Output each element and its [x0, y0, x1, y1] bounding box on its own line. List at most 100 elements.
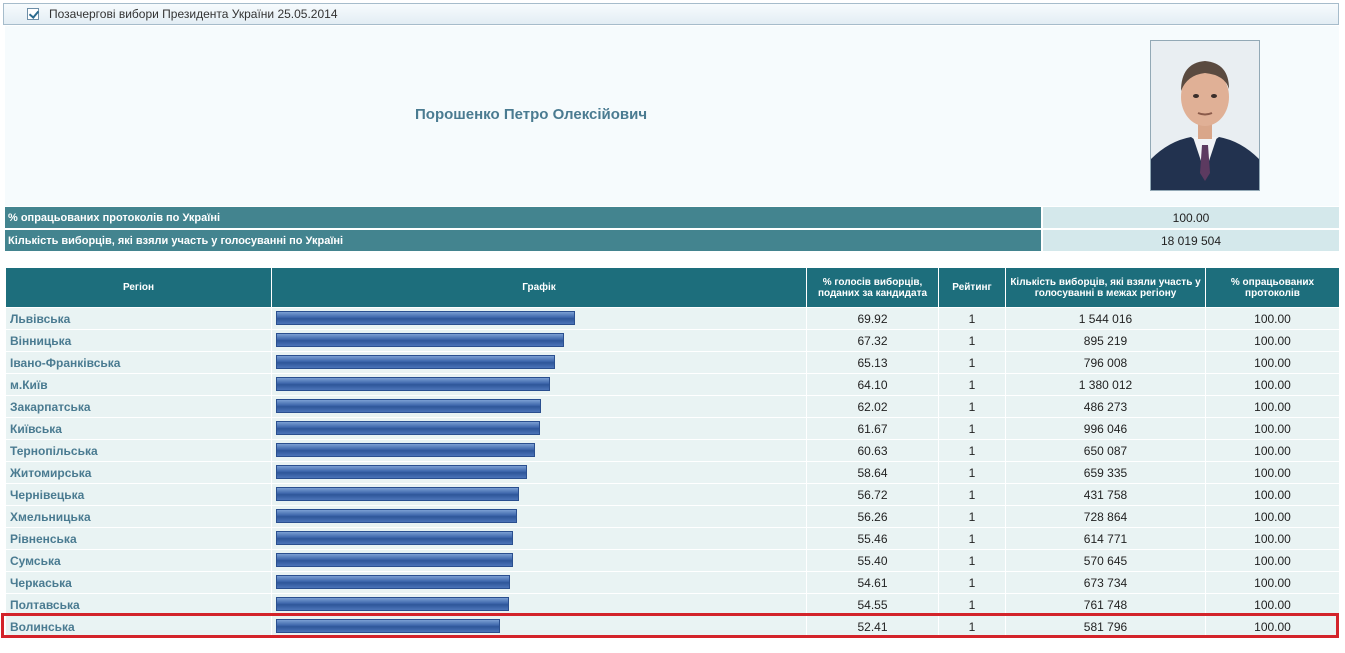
graph-cell — [271, 329, 807, 352]
processed-cell: 100.00 — [1205, 593, 1340, 616]
processed-cell: 100.00 — [1205, 329, 1340, 352]
region-cell[interactable]: Житомирська — [5, 461, 272, 484]
column-header-graph[interactable]: Графік — [271, 267, 807, 308]
percent-cell: 69.92 — [806, 307, 939, 330]
table-row: Рівненська 55.46 1 614 771 100.00 — [5, 527, 1340, 550]
voters-cell: 1 544 016 — [1005, 307, 1206, 330]
voters-cell: 1 380 012 — [1005, 373, 1206, 396]
results-table: Регіон Графік % голосів виборців, подани… — [5, 267, 1340, 638]
region-cell[interactable]: Волинська — [5, 615, 272, 638]
region-cell[interactable]: Хмельницька — [5, 505, 272, 528]
region-cell[interactable]: Черкаська — [5, 571, 272, 594]
percent-cell: 54.61 — [806, 571, 939, 594]
election-header-bar: Позачергові вибори Президента України 25… — [3, 3, 1339, 25]
rank-cell: 1 — [938, 527, 1006, 550]
column-header-percent[interactable]: % голосів виборців, поданих за кандидата — [806, 267, 939, 308]
rank-cell: 1 — [938, 351, 1006, 374]
graph-cell — [271, 373, 807, 396]
checkbox-checked-icon[interactable] — [27, 8, 39, 20]
percent-cell: 56.72 — [806, 483, 939, 506]
percent-bar — [276, 531, 513, 545]
rank-cell: 1 — [938, 395, 1006, 418]
table-header-row: Регіон Графік % голосів виборців, подани… — [5, 267, 1340, 308]
percent-cell: 55.46 — [806, 527, 939, 550]
graph-cell — [271, 461, 807, 484]
percent-bar — [276, 553, 513, 567]
percent-cell: 61.67 — [806, 417, 939, 440]
percent-cell: 62.02 — [806, 395, 939, 418]
table-row: Закарпатська 62.02 1 486 273 100.00 — [5, 395, 1340, 418]
region-cell[interactable]: Львівська — [5, 307, 272, 330]
processed-cell: 100.00 — [1205, 439, 1340, 462]
percent-bar — [276, 399, 541, 413]
region-cell[interactable]: Рівненська — [5, 527, 272, 550]
percent-cell: 65.13 — [806, 351, 939, 374]
processed-cell: 100.00 — [1205, 461, 1340, 484]
table-row: Полтавська 54.55 1 761 748 100.00 — [5, 593, 1340, 616]
region-cell[interactable]: Полтавська — [5, 593, 272, 616]
summary-label: % опрацьованих протоколів по Україні — [5, 207, 1041, 230]
region-cell[interactable]: Сумська — [5, 549, 272, 572]
rank-cell: 1 — [938, 307, 1006, 330]
rank-cell: 1 — [938, 505, 1006, 528]
region-cell[interactable]: Вінницька — [5, 329, 272, 352]
percent-cell: 52.41 — [806, 615, 939, 638]
region-cell[interactable]: м.Київ — [5, 373, 272, 396]
region-cell[interactable]: Івано-Франківська — [5, 351, 272, 374]
candidate-name: Порошенко Петро Олексійович — [415, 106, 648, 123]
rank-cell: 1 — [938, 461, 1006, 484]
processed-cell: 100.00 — [1205, 483, 1340, 506]
rank-cell: 1 — [938, 571, 1006, 594]
table-row: Івано-Франківська 65.13 1 796 008 100.00 — [5, 351, 1340, 374]
table-row: Київська 61.67 1 996 046 100.00 — [5, 417, 1340, 440]
table-row: Вінницька 67.32 1 895 219 100.00 — [5, 329, 1340, 352]
region-cell[interactable]: Тернопільська — [5, 439, 272, 462]
table-row: Волинська 52.41 1 581 796 100.00 — [5, 615, 1340, 638]
graph-cell — [271, 571, 807, 594]
table-row: Черкаська 54.61 1 673 734 100.00 — [5, 571, 1340, 594]
region-cell[interactable]: Київська — [5, 417, 272, 440]
graph-cell — [271, 439, 807, 462]
graph-cell — [271, 483, 807, 506]
graph-cell — [271, 395, 807, 418]
region-cell[interactable]: Закарпатська — [5, 395, 272, 418]
percent-bar — [276, 311, 575, 325]
graph-cell — [271, 549, 807, 572]
voters-cell: 659 335 — [1005, 461, 1206, 484]
table-row: м.Київ 64.10 1 1 380 012 100.00 — [5, 373, 1340, 396]
table-row: Житомирська 58.64 1 659 335 100.00 — [5, 461, 1340, 484]
percent-cell: 64.10 — [806, 373, 939, 396]
graph-cell — [271, 307, 807, 330]
summary-value: 100.00 — [1041, 207, 1339, 230]
processed-cell: 100.00 — [1205, 307, 1340, 330]
graph-cell — [271, 505, 807, 528]
percent-bar — [276, 597, 509, 611]
column-header-voters[interactable]: Кількість виборців, які взяли участь у г… — [1005, 267, 1206, 308]
processed-cell: 100.00 — [1205, 351, 1340, 374]
rank-cell: 1 — [938, 329, 1006, 352]
table-row: Тернопільська 60.63 1 650 087 100.00 — [5, 439, 1340, 462]
processed-cell: 100.00 — [1205, 505, 1340, 528]
candidate-panel: Порошенко Петро Олексійович — [5, 26, 1339, 206]
election-title: Позачергові вибори Президента України 25… — [49, 7, 338, 21]
percent-bar — [276, 509, 517, 523]
processed-cell: 100.00 — [1205, 615, 1340, 638]
voters-cell: 486 273 — [1005, 395, 1206, 418]
voters-cell: 728 864 — [1005, 505, 1206, 528]
percent-bar — [276, 619, 500, 633]
column-header-processed[interactable]: % опрацьованих протоколів — [1205, 267, 1340, 308]
rank-cell: 1 — [938, 549, 1006, 572]
voters-cell: 431 758 — [1005, 483, 1206, 506]
processed-cell: 100.00 — [1205, 571, 1340, 594]
voters-cell: 673 734 — [1005, 571, 1206, 594]
voters-cell: 614 771 — [1005, 527, 1206, 550]
column-header-rank[interactable]: Рейтинг — [938, 267, 1006, 308]
region-cell[interactable]: Чернівецька — [5, 483, 272, 506]
voters-cell: 650 087 — [1005, 439, 1206, 462]
portrait-image — [1151, 41, 1259, 190]
voters-cell: 570 645 — [1005, 549, 1206, 572]
percent-bar — [276, 377, 550, 391]
percent-bar — [276, 443, 535, 457]
processed-cell: 100.00 — [1205, 527, 1340, 550]
column-header-region[interactable]: Регіон — [5, 267, 272, 308]
